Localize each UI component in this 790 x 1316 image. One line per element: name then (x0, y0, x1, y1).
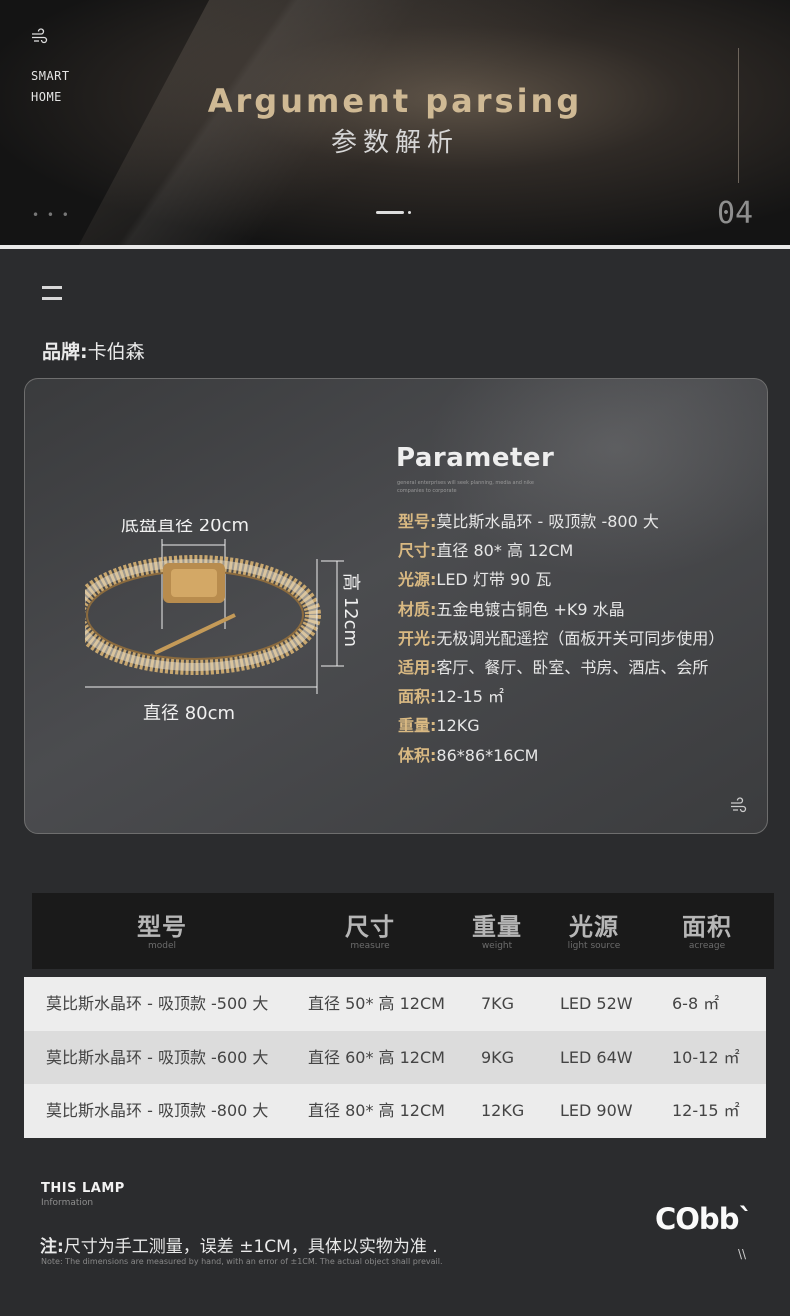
cell-light: LED 64W (560, 1047, 633, 1067)
table-header: 型号 model 尺寸 measure 重量 weight 光源 light s… (32, 893, 774, 969)
lamp-dimension-diagram: 底盘直径 20cm 高 12cm 直径 80cm (85, 519, 361, 724)
th-cn: 型号 (137, 913, 187, 941)
th-en: weight (481, 941, 513, 951)
information-label: Information (41, 1198, 94, 1208)
spec-key: 型号: (398, 512, 437, 531)
spec-key: 光源: (398, 570, 437, 590)
spec-value: 12-15 ㎡ (436, 687, 504, 707)
cell-light: LED 90W (560, 1101, 633, 1120)
note-label: 注: (40, 1237, 64, 1257)
th-light-source: 光源 light source (554, 907, 634, 951)
spec-row-volume: 体积:86*86*16CM (398, 741, 724, 770)
pager-indicator (376, 211, 411, 215)
spec-value: 客厅、餐厅、卧室、书房、酒店、会所 (436, 657, 709, 677)
th-cn: 重量 (472, 913, 522, 941)
brand-label: 品牌: (42, 341, 88, 363)
spec-row-switch: 开光:无极调光配遥控（面板开关可同步使用） (398, 624, 724, 653)
vertical-divider (738, 48, 739, 183)
th-en: measure (350, 941, 390, 951)
spec-row-size: 尺寸:直径 80* 高 12CM (398, 536, 724, 565)
pager-active-bar (376, 211, 404, 214)
spec-row-usage: 适用:客厅、餐厅、卧室、书房、酒店、会所 (398, 653, 724, 682)
th-cn: 光源 (569, 913, 619, 941)
brand-line: 品牌:卡伯森 (42, 337, 145, 364)
wind-icon (731, 797, 747, 813)
th-cn: 尺寸 (345, 913, 395, 941)
crystal-ring-image (85, 555, 321, 675)
spec-value: 无极调光配遥控（面板开关可同步使用） (436, 628, 725, 648)
spec-row-light: 光源:LED 灯带 90 瓦 (398, 565, 724, 594)
spec-list: 型号:莫比斯水晶环 - 吸顶款 -800 大 尺寸:直径 80* 高 12CM … (398, 507, 724, 770)
brand-value: 卡伯森 (87, 341, 145, 363)
spec-value: 直径 80* 高 12CM (436, 541, 574, 561)
cell-model: 莫比斯水晶环 - 吸顶款 -800 大 (46, 1101, 269, 1120)
height-label: 高 12cm (340, 573, 361, 647)
parameter-card: 底盘直径 20cm 高 12cm 直径 80cm Parameter gener… (24, 378, 768, 834)
cell-measure: 直径 60* 高 12CM (308, 1047, 445, 1067)
spec-value: LED 灯带 90 瓦 (436, 570, 552, 590)
spec-row-area: 面积:12-15 ㎡ (398, 682, 724, 711)
page-title-en: Argument parsing (207, 82, 583, 120)
spec-value: 莫比斯水晶环 - 吸顶款 -800 大 (436, 512, 659, 531)
wind-icon (32, 28, 48, 44)
cell-weight: 12KG (481, 1101, 525, 1120)
header-banner: SMART HOME Argument parsing 参数解析 • • • 0… (0, 0, 790, 245)
spec-key: 尺寸: (398, 541, 437, 561)
th-weight: 重量 weight (459, 907, 535, 951)
logo-slashes: \\ (738, 1247, 747, 1261)
th-measure: 尺寸 measure (320, 907, 420, 951)
spec-key: 材质: (398, 599, 437, 619)
table-row: 莫比斯水晶环 - 吸顶款 -800 大 直径 80* 高 12CM 12KG L… (24, 1084, 766, 1138)
spec-row-weight: 重量:12KG (398, 711, 724, 740)
th-en: acreage (688, 941, 726, 951)
this-lamp-heading: THIS LAMP (41, 1181, 125, 1196)
cell-weight: 9KG (481, 1047, 515, 1067)
spec-value: 12KG (436, 716, 480, 736)
table-body: 莫比斯水晶环 - 吸顶款 -500 大 直径 50* 高 12CM 7KG LE… (24, 977, 766, 1138)
spec-key: 体积: (398, 745, 437, 765)
spec-key: 面积: (398, 687, 437, 707)
spec-row-material: 材质:五金电镀古铜色 +K9 水晶 (398, 595, 724, 624)
cell-model: 莫比斯水晶环 - 吸顶款 -500 大 (46, 994, 269, 1013)
spec-key: 重量: (398, 716, 437, 736)
diameter-label: 直径 80cm (143, 703, 235, 724)
measurement-note-en: Note: The dimensions are measured by han… (41, 1257, 443, 1266)
th-cn: 面积 (682, 913, 732, 941)
spec-value: 86*86*16CM (436, 745, 539, 765)
spec-row-model: 型号:莫比斯水晶环 - 吸顶款 -800 大 (398, 507, 724, 536)
page-number: 04 (717, 196, 754, 231)
measurement-note: 注:尺寸为手工测量，误差 ±1CM，具体以实物为准 . (40, 1232, 438, 1257)
spec-key: 适用: (398, 657, 437, 677)
note-text: 尺寸为手工测量，误差 ±1CM，具体以实物为准 . (63, 1237, 438, 1257)
base-diameter-label: 底盘直径 20cm (121, 519, 249, 536)
spec-value: 五金电镀古铜色 +K9 水晶 (436, 599, 625, 619)
header-separator (0, 245, 790, 249)
th-en: light source (567, 941, 621, 951)
dots-indicator: • • • (32, 208, 71, 222)
cell-area: 12-15 ㎡ (672, 1101, 740, 1120)
table-row: 莫比斯水晶环 - 吸顶款 -500 大 直径 50* 高 12CM 7KG LE… (24, 977, 766, 1031)
cell-weight: 7KG (481, 994, 515, 1013)
parameter-title: Parameter (396, 443, 555, 473)
menu-icon (42, 286, 62, 302)
cell-model: 莫比斯水晶环 - 吸顶款 -600 大 (46, 1047, 269, 1067)
th-model: 型号 model (112, 907, 212, 951)
cell-measure: 直径 80* 高 12CM (308, 1101, 445, 1120)
th-en: model (147, 941, 177, 951)
th-acreage: 面积 acreage (667, 907, 747, 951)
parameter-subtitle: general enterprises will seek planning, … (397, 480, 534, 494)
pager-dot (408, 211, 411, 214)
cell-area: 6-8 ㎡ (672, 994, 720, 1013)
cell-light: LED 52W (560, 994, 633, 1013)
cell-area: 10-12 ㎡ (672, 1047, 740, 1067)
cell-measure: 直径 50* 高 12CM (308, 994, 445, 1013)
table-row: 莫比斯水晶环 - 吸顶款 -600 大 直径 60* 高 12CM 9KG LE… (24, 1030, 766, 1084)
spec-key: 开光: (398, 628, 437, 648)
page-title-cn: 参数解析 (330, 128, 459, 158)
brand-logo: CObb` (655, 1202, 753, 1236)
